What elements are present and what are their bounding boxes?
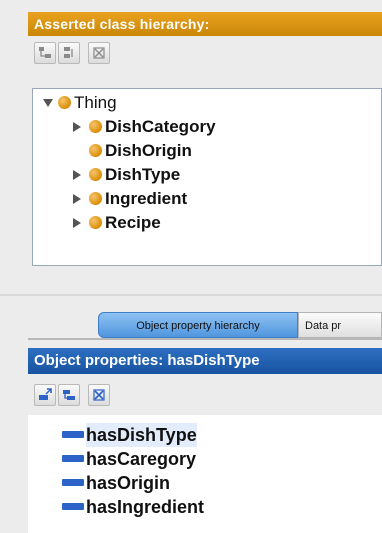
add-subclass-button[interactable] bbox=[34, 42, 56, 64]
object-properties-header: Object properties: hasDishType bbox=[28, 348, 382, 374]
expand-toggle-icon[interactable] bbox=[43, 99, 53, 107]
add-subproperty-icon bbox=[39, 388, 52, 400]
delete-class-icon bbox=[93, 47, 105, 59]
tab-data-property-hierarchy[interactable]: Data pr bbox=[298, 312, 382, 338]
add-sibling-class-button[interactable] bbox=[58, 42, 80, 64]
delete-property-icon bbox=[93, 389, 105, 401]
property-label: hasOrigin bbox=[86, 473, 171, 493]
object-property-icon bbox=[62, 455, 84, 462]
delete-property-button[interactable] bbox=[88, 384, 110, 406]
tree-node-label: Ingredient bbox=[105, 189, 188, 208]
class-tree: Thing DishCategory DishOrigin DishType I… bbox=[32, 88, 382, 266]
object-property-icon bbox=[62, 479, 84, 486]
object-property-list: hasDishType hasCaregory hasOrigin hasIng… bbox=[28, 415, 382, 533]
class-hierarchy-header: Asserted class hierarchy: bbox=[28, 12, 382, 36]
tree-node-label: DishOrigin bbox=[105, 141, 192, 160]
add-sibling-property-button[interactable] bbox=[58, 384, 80, 406]
expand-toggle-icon[interactable] bbox=[73, 218, 81, 228]
panel-divider[interactable] bbox=[0, 294, 382, 296]
class-icon bbox=[89, 216, 102, 229]
add-subproperty-button[interactable] bbox=[34, 384, 56, 406]
expand-toggle-icon[interactable] bbox=[73, 170, 81, 180]
object-property-icon bbox=[62, 503, 84, 510]
expand-toggle-icon[interactable] bbox=[73, 194, 81, 204]
property-label: hasCaregory bbox=[86, 449, 197, 469]
tree-node-label: Recipe bbox=[105, 213, 161, 232]
tree-node-label: DishType bbox=[105, 165, 181, 184]
tabs-divider bbox=[28, 338, 382, 340]
class-icon bbox=[89, 192, 102, 205]
object-property-icon bbox=[62, 431, 84, 438]
class-icon bbox=[89, 144, 102, 157]
property-tabs: Object property hierarchy Data pr bbox=[28, 312, 382, 340]
add-subclass-icon bbox=[39, 47, 51, 58]
tab-object-property-hierarchy[interactable]: Object property hierarchy bbox=[98, 312, 298, 338]
add-sibling-class-icon bbox=[64, 47, 73, 58]
delete-class-button[interactable] bbox=[88, 42, 110, 64]
tree-node-label: DishCategory bbox=[105, 117, 216, 136]
class-icon bbox=[89, 168, 102, 181]
property-label: hasDishType bbox=[86, 423, 197, 447]
class-icon bbox=[89, 120, 102, 133]
class-icon bbox=[58, 96, 71, 109]
add-sibling-property-icon bbox=[63, 390, 75, 400]
property-label: hasIngredient bbox=[86, 497, 205, 517]
tree-node-label: Thing bbox=[74, 93, 117, 112]
expand-toggle-icon[interactable] bbox=[73, 122, 81, 132]
class-hierarchy-panel: Asserted class hierarchy: Thing DishCate bbox=[28, 12, 382, 284]
